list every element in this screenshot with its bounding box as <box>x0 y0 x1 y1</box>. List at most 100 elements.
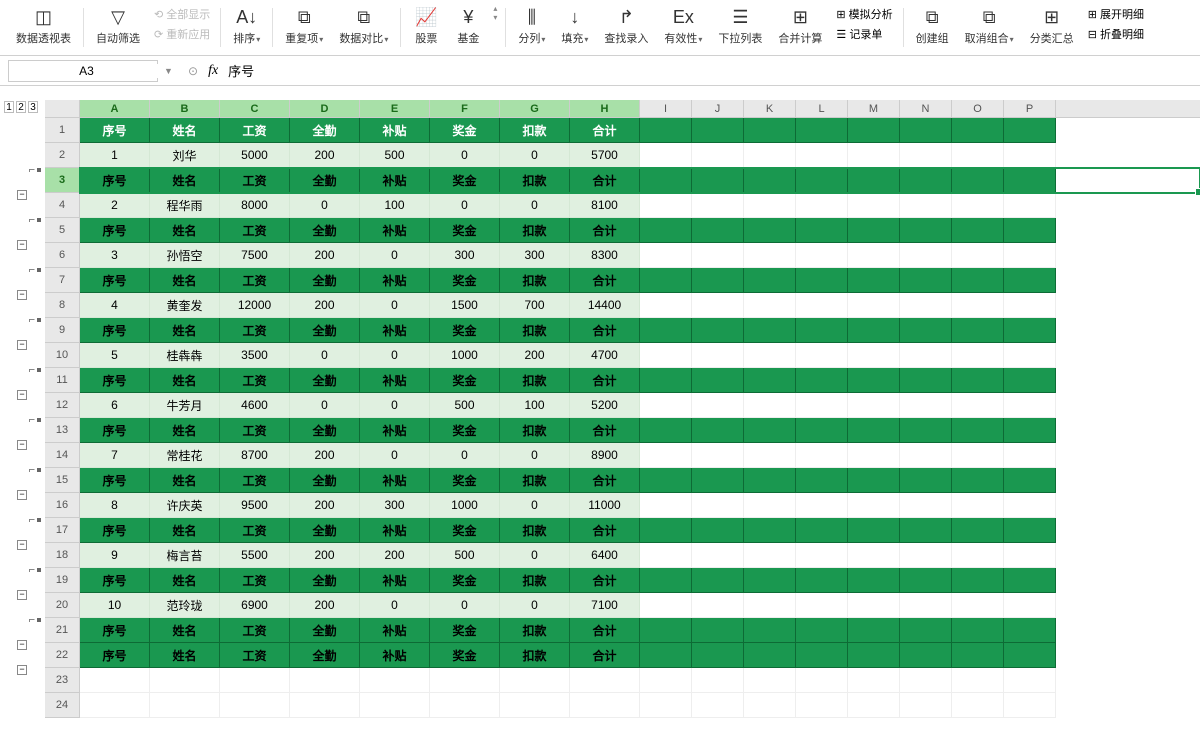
row-header-7[interactable]: 7 <box>45 268 79 293</box>
cell[interactable]: 12000 <box>220 293 290 318</box>
cell[interactable]: 200 <box>290 443 360 468</box>
cell[interactable]: 补贴 <box>360 418 430 443</box>
data-compare-button[interactable]: ⧉数据对比▾ <box>331 4 396 48</box>
cell[interactable] <box>744 693 796 718</box>
subtotal-button[interactable]: ⊞分类汇总 <box>1022 4 1082 48</box>
row-header-5[interactable]: 5 <box>45 218 79 243</box>
cell[interactable]: 工资 <box>220 318 290 343</box>
cell[interactable]: 桂犇犇 <box>150 343 220 368</box>
cell[interactable] <box>692 643 744 668</box>
cell[interactable]: 全勤 <box>290 268 360 293</box>
cell[interactable]: 0 <box>430 143 500 168</box>
cell[interactable]: 5200 <box>570 393 640 418</box>
cell[interactable] <box>796 168 848 193</box>
cell[interactable] <box>640 468 692 493</box>
cell[interactable] <box>796 118 848 143</box>
cell[interactable]: 扣款 <box>500 418 570 443</box>
cell[interactable] <box>900 243 952 268</box>
cell[interactable] <box>744 268 796 293</box>
cell[interactable]: 姓名 <box>150 418 220 443</box>
cell[interactable]: 补贴 <box>360 518 430 543</box>
cells-area[interactable]: 序号姓名工资全勤补贴奖金扣款合计1刘华5000200500005700序号姓名工… <box>80 118 1200 727</box>
consolidate-button[interactable]: ⊞合并计算 <box>770 4 830 48</box>
cell[interactable] <box>848 418 900 443</box>
col-header-C[interactable]: C <box>220 100 290 117</box>
dropdown-list-button[interactable]: ☰下拉列表 <box>710 4 770 48</box>
cell[interactable]: 500 <box>430 393 500 418</box>
cell[interactable] <box>640 118 692 143</box>
cell[interactable] <box>952 218 1004 243</box>
cell[interactable]: 奖金 <box>430 268 500 293</box>
cell[interactable] <box>744 168 796 193</box>
cell[interactable]: 姓名 <box>150 368 220 393</box>
cell[interactable] <box>360 693 430 718</box>
cell[interactable] <box>150 668 220 693</box>
cell[interactable] <box>796 693 848 718</box>
cell[interactable] <box>640 243 692 268</box>
row-header-18[interactable]: 18 <box>45 543 79 568</box>
ungroup-button[interactable]: ⧉取消组合▾ <box>957 4 1022 48</box>
row-header-12[interactable]: 12 <box>45 393 79 418</box>
select-all-corner[interactable] <box>45 100 80 118</box>
cell[interactable] <box>1004 243 1056 268</box>
cell[interactable]: 工资 <box>220 268 290 293</box>
cell[interactable]: 工资 <box>220 518 290 543</box>
cell[interactable]: 2 <box>80 193 150 218</box>
cell[interactable] <box>848 168 900 193</box>
cell[interactable]: 0 <box>360 243 430 268</box>
cell[interactable]: 8000 <box>220 193 290 218</box>
cell[interactable]: 姓名 <box>150 568 220 593</box>
cell[interactable]: 合计 <box>570 568 640 593</box>
row-header-19[interactable]: 19 <box>45 568 79 593</box>
cell[interactable]: 1000 <box>430 493 500 518</box>
cell[interactable] <box>640 693 692 718</box>
cell[interactable]: 1000 <box>430 343 500 368</box>
cell[interactable]: 0 <box>500 193 570 218</box>
cell[interactable]: 扣款 <box>500 618 570 643</box>
cell[interactable] <box>1004 343 1056 368</box>
cell[interactable]: 200 <box>500 343 570 368</box>
outline-collapse-button[interactable]: − <box>17 240 27 250</box>
cell[interactable]: 3 <box>80 243 150 268</box>
cell[interactable] <box>640 518 692 543</box>
cell[interactable] <box>1004 318 1056 343</box>
cell[interactable]: 姓名 <box>150 618 220 643</box>
cell[interactable] <box>796 393 848 418</box>
cell[interactable] <box>900 218 952 243</box>
outline-collapse-button[interactable]: − <box>17 665 27 675</box>
cell[interactable]: 序号 <box>80 618 150 643</box>
cell[interactable] <box>692 293 744 318</box>
cell[interactable]: 100 <box>500 393 570 418</box>
cell[interactable]: 全勤 <box>290 418 360 443</box>
cell[interactable] <box>952 443 1004 468</box>
cell[interactable] <box>360 668 430 693</box>
outline-collapse-button[interactable]: − <box>17 490 27 500</box>
cell[interactable]: 姓名 <box>150 168 220 193</box>
cell[interactable]: 全勤 <box>290 518 360 543</box>
cell[interactable] <box>744 543 796 568</box>
cell[interactable]: 补贴 <box>360 318 430 343</box>
cell[interactable] <box>1004 593 1056 618</box>
row-header-14[interactable]: 14 <box>45 443 79 468</box>
cell[interactable]: 10 <box>80 593 150 618</box>
cell[interactable] <box>1004 168 1056 193</box>
cell[interactable] <box>900 193 952 218</box>
cell[interactable]: 序号 <box>80 643 150 668</box>
cell[interactable] <box>640 593 692 618</box>
cell[interactable]: 0 <box>290 393 360 418</box>
cell[interactable] <box>848 643 900 668</box>
lookup-entry-button[interactable]: ↱查找录入 <box>596 4 656 48</box>
cell[interactable]: 黄奎发 <box>150 293 220 318</box>
cell[interactable]: 合计 <box>570 368 640 393</box>
cancel-icon[interactable]: ⊙ <box>188 64 198 78</box>
cell[interactable] <box>900 168 952 193</box>
outline-collapse-button[interactable]: − <box>17 440 27 450</box>
cell[interactable] <box>692 593 744 618</box>
cell[interactable] <box>848 218 900 243</box>
outline-collapse-button[interactable]: − <box>17 540 27 550</box>
cell[interactable]: 1 <box>80 143 150 168</box>
reapply-button[interactable]: ⟳ 重新应用 <box>148 24 216 44</box>
outline-level-2[interactable]: 2 <box>16 101 26 113</box>
cell[interactable] <box>640 568 692 593</box>
cell[interactable] <box>796 293 848 318</box>
